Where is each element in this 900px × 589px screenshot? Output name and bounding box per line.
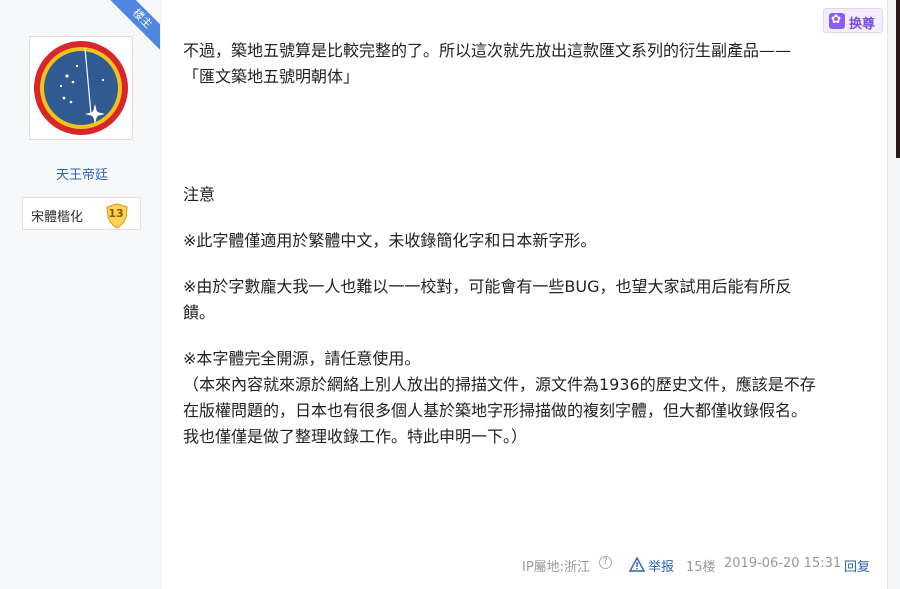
post-line: ※此字體僅適用於繁體中文，未收錄簡化字和日本新字形。: [183, 231, 597, 250]
notice-title: 注意: [183, 185, 216, 204]
post-line: （本來內容就來源於網絡上別人放出的掃描文件，源文件為1936的歷史文件，應該是不…: [183, 375, 816, 394]
background-strip: [896, 0, 900, 158]
post-timestamp: 2019-06-20 15:31: [724, 556, 842, 571]
reply-link[interactable]: 回复: [844, 556, 870, 575]
post-line: 不過，築地五號算是比較完整的了。所以這次就先放出這款匯文系列的衍生副產品——: [183, 41, 792, 60]
post-content: 不過，築地五號算是比較完整的了。所以這次就先放出這款匯文系列的衍生副產品—— 「…: [183, 38, 873, 450]
avatar-emblem-icon: [34, 41, 128, 135]
post-line: 我也僅僅是做了整理收錄工作。特此申明一下。）: [183, 427, 528, 446]
post-line: 饋。: [183, 303, 216, 322]
floor-number: 15楼: [686, 560, 716, 575]
avatar[interactable]: [29, 36, 133, 140]
level-name: 宋體楷化: [31, 210, 84, 225]
report-link[interactable]: 举报: [648, 556, 674, 575]
paw-icon: ✿: [829, 12, 845, 29]
level-badge[interactable]: 宋體楷化 13: [22, 197, 141, 230]
post-line: 「匯文築地五號明朝体」: [183, 67, 360, 86]
username-link[interactable]: 天王帝廷: [0, 164, 164, 183]
swap-label: 换尊: [849, 17, 876, 32]
help-icon[interactable]: ?: [599, 556, 612, 569]
swap-button[interactable]: ✿ 换尊: [823, 8, 883, 33]
author-sidebar: 楼主 天王帝廷 宋體楷化 13: [0, 0, 161, 589]
post-line: ※本字體完全開源，請任意使用。: [183, 349, 421, 368]
post-line: 在版權問題的，日本也有很多個人基於築地字形掃描做的複刻字體，但大都僅收錄假名。: [183, 401, 808, 420]
warning-icon: [629, 557, 645, 572]
level-number: 13: [108, 207, 124, 220]
ip-location: IP屬地:浙江: [522, 560, 591, 575]
post-line: ※由於字數龐大我一人也難以一一校對，可能會有一些BUG，也望大家試用后能有所反: [183, 277, 792, 296]
